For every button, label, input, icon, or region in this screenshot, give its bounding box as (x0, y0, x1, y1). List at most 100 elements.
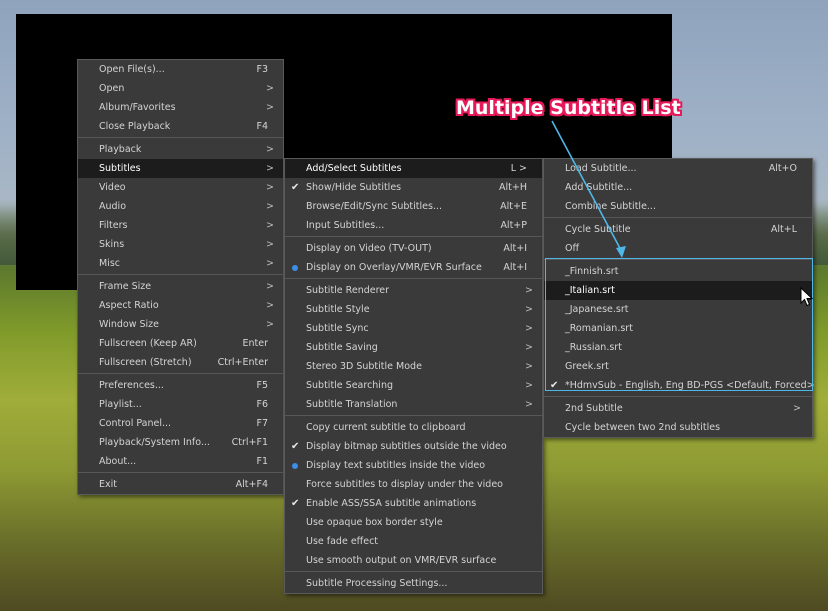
menu-item-label: Preferences... (99, 380, 164, 391)
menu-item-playback[interactable]: Playback > (78, 140, 283, 159)
menu-item-label: Control Panel... (99, 418, 172, 429)
menu-item-add-select-subtitles[interactable]: Add/Select Subtitles L > (285, 159, 542, 178)
menu-item-label: Subtitle Searching (306, 380, 394, 391)
context-menu-main: Open File(s)... F3 Open > Album/Favorites > Cl… (77, 59, 284, 495)
submenu-arrow-icon: > (266, 220, 274, 231)
menu-item-video[interactable]: Video > (78, 178, 283, 197)
menu-item-about[interactable]: About... F1 (78, 452, 283, 471)
menu-item-misc[interactable]: Misc > (78, 254, 283, 273)
menu-item-label: Cycle Subtitle (565, 224, 631, 235)
menu-item-aspect-ratio[interactable]: Aspect Ratio > (78, 296, 283, 315)
menu-item-label: Display text subtitles inside the video (306, 460, 486, 471)
menu-item-2nd-subtitle[interactable]: 2nd Subtitle > (544, 399, 812, 418)
menu-item-show-hide-subtitles[interactable]: ✔ Show/Hide Subtitles Alt+H (285, 178, 542, 197)
menu-item-shortcut: Ctrl+Enter (217, 357, 268, 368)
menu-item-copy-current-subtitle-to-clipboard[interactable]: Copy current subtitle to clipboard (285, 418, 542, 437)
menu-item-label: Subtitle Renderer (306, 285, 390, 296)
menu-item-subtitle-processing-settings[interactable]: Subtitle Processing Settings... (285, 574, 542, 593)
menu-item-label: Subtitle Style (306, 304, 370, 315)
menu-item-close-playback[interactable]: Close Playback F4 (78, 117, 283, 136)
menu-item-force-subtitles-to-display-under-the-video[interactable]: Force subtitles to display under the vid… (285, 475, 542, 494)
menu-item-combine-subtitle[interactable]: Combine Subtitle... (544, 197, 812, 216)
menu-item-shortcut: Alt+I (503, 243, 527, 254)
menu-item-playlist[interactable]: Playlist... F6 (78, 395, 283, 414)
menu-item-label: Browse/Edit/Sync Subtitles... (306, 201, 442, 212)
menu-item-frame-size[interactable]: Frame Size > (78, 277, 283, 296)
menu-item-off[interactable]: Off (544, 239, 812, 258)
menu-item-shortcut: Enter (242, 338, 269, 349)
submenu-arrow-icon: > (266, 163, 274, 174)
menu-item-cycle-between-two-2nd-subtitles[interactable]: Cycle between two 2nd subtitles (544, 418, 812, 437)
menu-item-open-file-s[interactable]: Open File(s)... F3 (78, 60, 283, 79)
menu-item-display-on-video-tv-out[interactable]: Display on Video (TV-OUT) Alt+I (285, 239, 542, 258)
menu-item-fullscreen-keep-ar[interactable]: Fullscreen (Keep AR) Enter (78, 334, 283, 353)
menu-item-shortcut: Alt+P (500, 220, 527, 231)
menu-item-display-text-subtitles-inside-the-video[interactable]: Display text subtitles inside the video (285, 456, 542, 475)
menu-item-use-smooth-output-on-vmr-evr-surface[interactable]: Use smooth output on VMR/EVR surface (285, 551, 542, 570)
menu-item-label: Frame Size (99, 281, 152, 292)
menu-item-album-favorites[interactable]: Album/Favorites > (78, 98, 283, 117)
menu-item-filters[interactable]: Filters > (78, 216, 283, 235)
menu-item-enable-ass-ssa-subtitle-animations[interactable]: ✔ Enable ASS/SSA subtitle animations (285, 494, 542, 513)
menu-item-shortcut: F6 (256, 399, 268, 410)
menu-item-label: Fullscreen (Keep AR) (99, 338, 197, 349)
menu-item-shortcut: F3 (256, 64, 268, 75)
radio-dot-icon (292, 463, 298, 469)
menu-item-shortcut: Ctrl+F1 (231, 437, 268, 448)
menu-item-label: Add Subtitle... (565, 182, 633, 193)
menu-item-label: Video (99, 182, 126, 193)
menu-item-open[interactable]: Open > (78, 79, 283, 98)
menu-item-subtitle-saving[interactable]: Subtitle Saving > (285, 338, 542, 357)
menu-item-playback-system-info[interactable]: Playback/System Info... Ctrl+F1 (78, 433, 283, 452)
menu-item-subtitle-searching[interactable]: Subtitle Searching > (285, 376, 542, 395)
menu-item-use-fade-effect[interactable]: Use fade effect (285, 532, 542, 551)
menu-item-exit[interactable]: Exit Alt+F4 (78, 475, 283, 494)
menu-item-browse-edit-sync-subtitles[interactable]: Browse/Edit/Sync Subtitles... Alt+E (285, 197, 542, 216)
submenu-arrow-icon: > (525, 342, 533, 353)
menu-item-label: Playback/System Info... (99, 437, 210, 448)
submenu-arrow-icon: > (266, 83, 274, 94)
menu-item-subtitle-renderer[interactable]: Subtitle Renderer > (285, 281, 542, 300)
submenu-arrow-icon: > (266, 144, 274, 155)
submenu-arrow-icon: > (525, 361, 533, 372)
menu-item-label: Subtitle Saving (306, 342, 378, 353)
menu-separator (285, 571, 542, 572)
menu-item-subtitle-style[interactable]: Subtitle Style > (285, 300, 542, 319)
menu-item-subtitle-translation[interactable]: Subtitle Translation > (285, 395, 542, 414)
menu-item-load-subtitle[interactable]: Load Subtitle... Alt+O (544, 159, 812, 178)
menu-item-use-opaque-box-border-style[interactable]: Use opaque box border style (285, 513, 542, 532)
menu-item-subtitles[interactable]: Subtitles > (78, 159, 283, 178)
submenu-arrow-icon: > (266, 281, 274, 292)
menu-item-label: Exit (99, 479, 117, 490)
menu-separator (78, 472, 283, 473)
menu-item-input-subtitles[interactable]: Input Subtitles... Alt+P (285, 216, 542, 235)
menu-item-display-on-overlay-vmr-evr-surface[interactable]: Display on Overlay/VMR/EVR Surface Alt+I (285, 258, 542, 277)
menu-item-label: Copy current subtitle to clipboard (306, 422, 466, 433)
menu-item-shortcut: Alt+O (768, 163, 797, 174)
menu-item-shortcut: Alt+H (499, 182, 527, 193)
menu-item-shortcut: F4 (256, 121, 268, 132)
menu-item-label: Audio (99, 201, 127, 212)
menu-item-add-subtitle[interactable]: Add Subtitle... (544, 178, 812, 197)
submenu-arrow-icon: > (525, 380, 533, 391)
submenu-arrow-icon: > (266, 300, 274, 311)
menu-item-label: Playlist... (99, 399, 142, 410)
menu-item-stereo-3d-subtitle-mode[interactable]: Stereo 3D Subtitle Mode > (285, 357, 542, 376)
menu-item-fullscreen-stretch[interactable]: Fullscreen (Stretch) Ctrl+Enter (78, 353, 283, 372)
submenu-arrow-icon: > (266, 319, 274, 330)
menu-item-skins[interactable]: Skins > (78, 235, 283, 254)
menu-item-preferences[interactable]: Preferences... F5 (78, 376, 283, 395)
menu-separator (544, 396, 812, 397)
menu-item-display-bitmap-subtitles-outside-the-video[interactable]: ✔ Display bitmap subtitles outside the vi… (285, 437, 542, 456)
menu-item-label: Window Size (99, 319, 159, 330)
menu-item-label: Subtitle Processing Settings... (306, 578, 448, 589)
menu-item-control-panel[interactable]: Control Panel... F7 (78, 414, 283, 433)
submenu-arrow-icon: > (266, 102, 274, 113)
menu-item-audio[interactable]: Audio > (78, 197, 283, 216)
menu-item-label: Open (99, 83, 125, 94)
menu-item-window-size[interactable]: Window Size > (78, 315, 283, 334)
menu-item-cycle-subtitle[interactable]: Cycle Subtitle Alt+L (544, 220, 812, 239)
radio-dot-icon (292, 265, 298, 271)
menu-item-label: Combine Subtitle... (565, 201, 656, 212)
menu-item-subtitle-sync[interactable]: Subtitle Sync > (285, 319, 542, 338)
